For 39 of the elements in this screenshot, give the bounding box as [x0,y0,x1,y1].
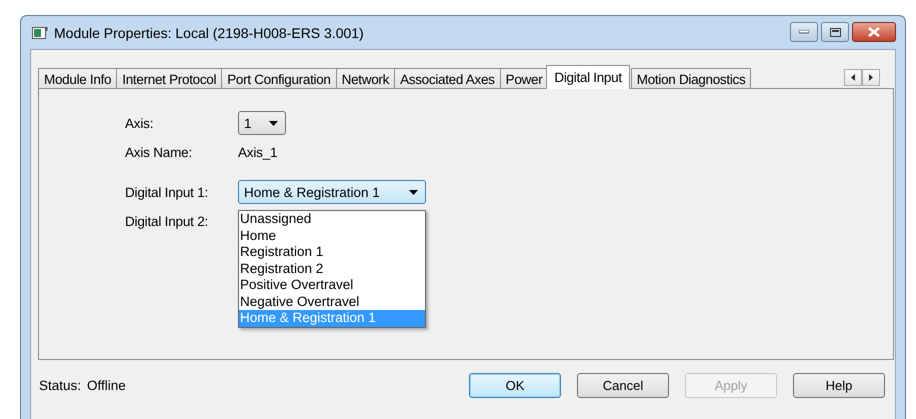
dropdown-option[interactable]: Registration 2 [239,260,425,277]
dropdown[interactable]: Home & Registration 1 [238,180,426,204]
window-title: Module Properties: Local (2198-H008-ERS 3.001) [54,24,365,40]
minimize-icon [799,30,809,34]
status-value: Offline [87,378,126,392]
close-icon [868,27,880,37]
dropdown-option[interactable]: Negative Overtravel [239,294,425,310]
field-label: Axis: [125,116,154,130]
scroll-left-button[interactable] [844,69,862,86]
caret-icon [269,120,278,126]
tab[interactable]: Module Info [38,68,118,89]
dialog-button[interactable]: Help [793,372,885,398]
tab[interactable]: Digital Input [546,65,630,89]
tab[interactable]: Network [336,68,396,89]
dropdown-option[interactable]: Unassigned [239,211,425,228]
maximize-icon [830,28,840,36]
dialog-button[interactable]: OK [469,372,561,398]
dropdown-option[interactable]: Registration 1 [239,244,425,260]
scroll-right-button[interactable] [862,69,880,86]
minimize-button[interactable] [790,22,818,42]
dropdown-option[interactable]: Home [239,228,425,244]
dropdown-option[interactable]: Positive Overtravel [239,277,425,294]
tab[interactable]: Port Configuration [221,68,337,89]
app-icon [32,26,48,40]
status-label: Status: [39,378,82,392]
maximize-button[interactable] [821,22,849,42]
field-label: Digital Input 1: [125,184,210,200]
dialog-button[interactable]: Cancel [577,372,669,398]
tab[interactable]: Associated Axes [394,68,501,89]
field-value: Axis_1 [238,144,278,160]
dropdown[interactable]: 1 [238,111,286,135]
field-label: Axis Name: [125,144,194,160]
close-button[interactable] [852,22,896,42]
tab[interactable]: Internet Protocol [116,68,222,89]
left-arrow-icon [851,74,855,81]
right-arrow-icon [869,74,873,81]
field-label: Digital Input 2: [125,214,210,228]
tab[interactable]: Motion Diagnostics [630,68,752,89]
caret-icon [409,190,418,194]
